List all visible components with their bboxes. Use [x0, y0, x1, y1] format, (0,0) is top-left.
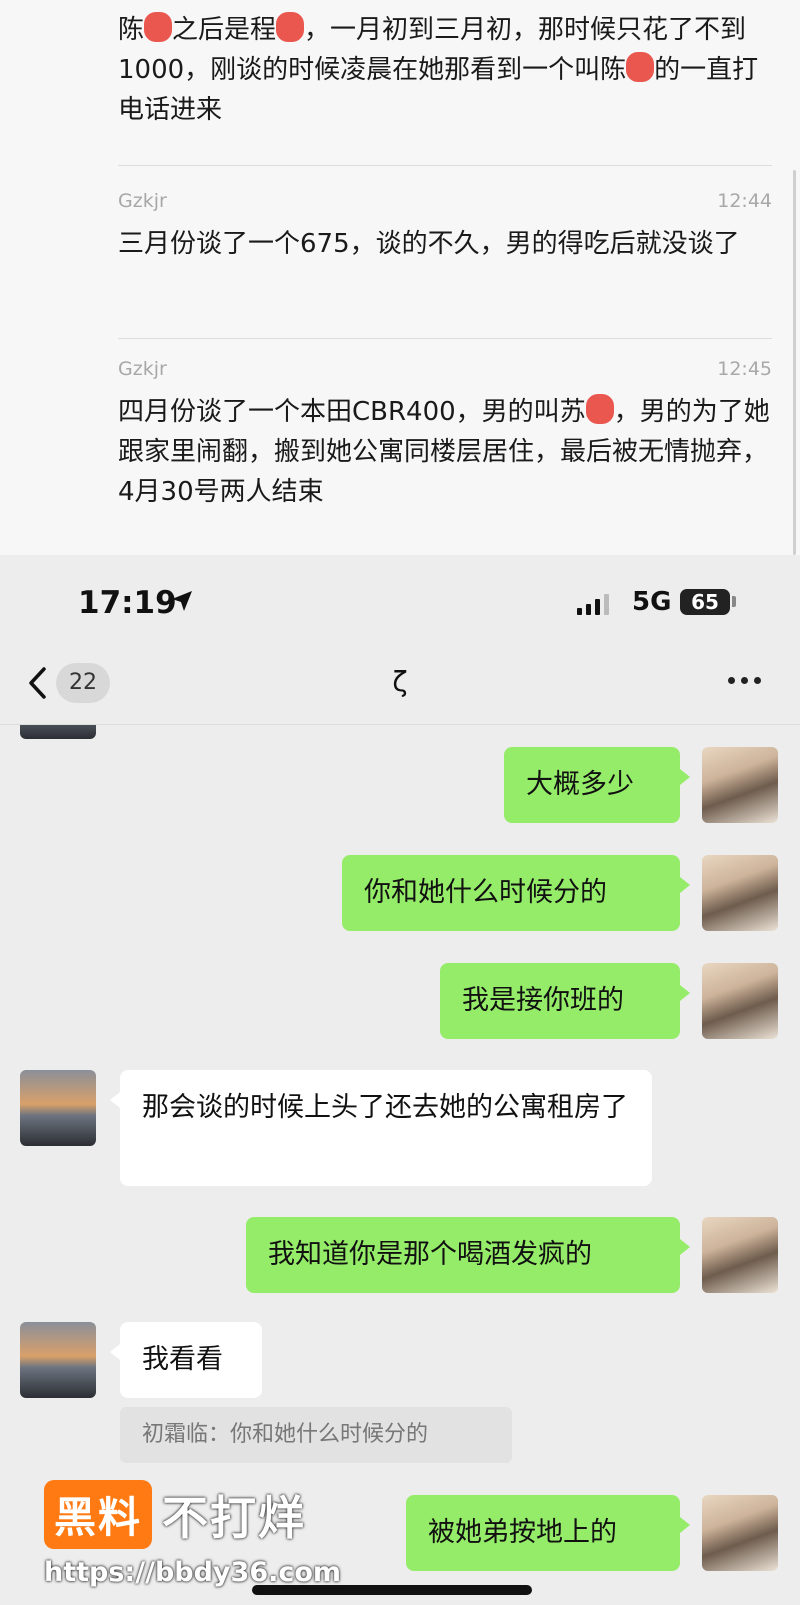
message-bubble-sent[interactable]: 大概多少 — [504, 747, 690, 823]
avatar[interactable] — [702, 963, 778, 1039]
record-message-text: 四月份谈了一个本田CBR400，男的叫苏 ，男的为了她跟家里闹翻，搬到她公寓同楼层… — [118, 392, 772, 512]
record-divider — [118, 165, 772, 166]
status-bar: 17:19 5G 65 — [0, 555, 800, 647]
avatar[interactable] — [20, 1322, 96, 1398]
watermark-brand-box: 黑料 — [44, 1480, 153, 1549]
record-item: Gzkjr 12:44 三月份谈了一个675，谈的不久，男的得吃后就没谈了 — [118, 190, 772, 264]
avatar[interactable] — [702, 1217, 778, 1293]
network-type: 5G — [632, 587, 672, 617]
record-item: 陈之后是程 ，一月初到三月初，那时候只花了不到1000，刚谈的时候凌晨在她那看到一… — [118, 10, 772, 130]
chat-record-panel: 陈之后是程 ，一月初到三月初，那时候只花了不到1000，刚谈的时候凌晨在她那看到一… — [0, 0, 800, 555]
scrollbar[interactable] — [793, 170, 796, 555]
record-item: Gzkjr 12:45 四月份谈了一个本田CBR400，男的叫苏 ，男的为了她跟家… — [118, 358, 772, 512]
redaction-mark — [144, 12, 173, 42]
message-list[interactable]: 大概多少 你和她什么时候分的 我是接你班的 那会谈的时候上头了还去她的公寓租房了… — [0, 725, 800, 1605]
redaction-mark — [276, 12, 305, 42]
location-arrow-icon — [170, 589, 194, 617]
message-bubble-sent[interactable]: 我知道你是那个喝酒发疯的 — [246, 1217, 690, 1293]
dot-icon — [754, 677, 761, 684]
quoted-message[interactable]: 初霜临：你和她什么时候分的 — [120, 1407, 512, 1463]
avatar[interactable] — [702, 1495, 778, 1571]
record-message-text: 三月份谈了一个675，谈的不久，男的得吃后就没谈了 — [118, 229, 740, 259]
avatar[interactable] — [702, 855, 778, 931]
watermark: 黑料 不打烊 https://bbdy36.com — [44, 1480, 341, 1588]
avatar[interactable] — [20, 1070, 96, 1146]
message-bubble-received[interactable]: 那会谈的时候上头了还去她的公寓租房了 — [110, 1070, 652, 1186]
chat-header: 22 ζ — [0, 647, 800, 725]
message-bubble-sent[interactable]: 被她弟按地上的 — [406, 1495, 690, 1571]
battery-icon: 65 — [680, 589, 730, 615]
watermark-brand-text: 不打烊 — [162, 1491, 307, 1545]
chat-title: ζ — [392, 665, 408, 698]
message-bubble-sent[interactable]: 我是接你班的 — [440, 963, 690, 1039]
dot-icon — [728, 677, 735, 684]
record-time: 12:44 — [717, 190, 772, 212]
record-message-text: 陈之后是程 ，一月初到三月初，那时候只花了不到1000，刚谈的时候凌晨在她那看到一… — [118, 10, 772, 130]
record-time: 12:45 — [717, 358, 772, 380]
battery-tip — [732, 596, 736, 607]
signal-icon — [577, 593, 609, 615]
record-sender: Gzkjr — [118, 190, 167, 212]
record-divider — [118, 338, 772, 339]
dot-icon — [741, 677, 748, 684]
redaction-mark — [626, 52, 655, 82]
record-sender: Gzkjr — [118, 358, 167, 380]
status-time: 17:19 — [78, 585, 177, 621]
more-button[interactable] — [728, 677, 761, 684]
avatar[interactable] — [20, 725, 96, 739]
message-bubble-sent[interactable]: 你和她什么时候分的 — [342, 855, 690, 931]
home-indicator[interactable] — [252, 1585, 532, 1595]
message-bubble-received[interactable]: 我看看 — [110, 1322, 262, 1398]
watermark-url: https://bbdy36.com — [44, 1557, 342, 1588]
redaction-mark — [585, 394, 614, 424]
avatar[interactable] — [702, 747, 778, 823]
